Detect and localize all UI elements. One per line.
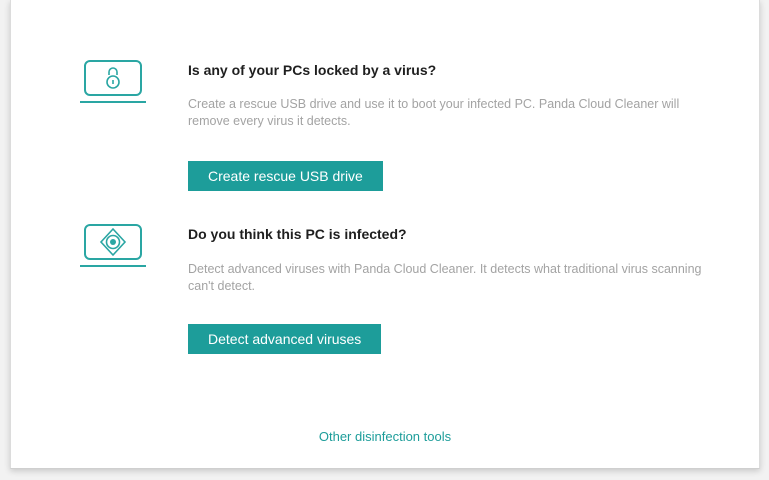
section-desc-infected: Detect advanced viruses with Panda Cloud… — [188, 262, 702, 293]
create-rescue-usb-button[interactable]: Create rescue USB drive — [188, 161, 383, 191]
main-panel: Is any of your PCs locked by a virus? Cr… — [10, 0, 760, 469]
section-title-locked: Is any of your PCs locked by a virus? — [188, 62, 437, 78]
section-desc-locked: Create a rescue USB drive and use it to … — [188, 97, 680, 128]
other-disinfection-tools-link[interactable]: Other disinfection tools — [11, 429, 759, 444]
target-icon — [79, 222, 147, 268]
lock-icon — [79, 58, 147, 104]
section-title-infected: Do you think this PC is infected? — [188, 226, 407, 242]
detect-advanced-viruses-button[interactable]: Detect advanced viruses — [188, 324, 382, 354]
